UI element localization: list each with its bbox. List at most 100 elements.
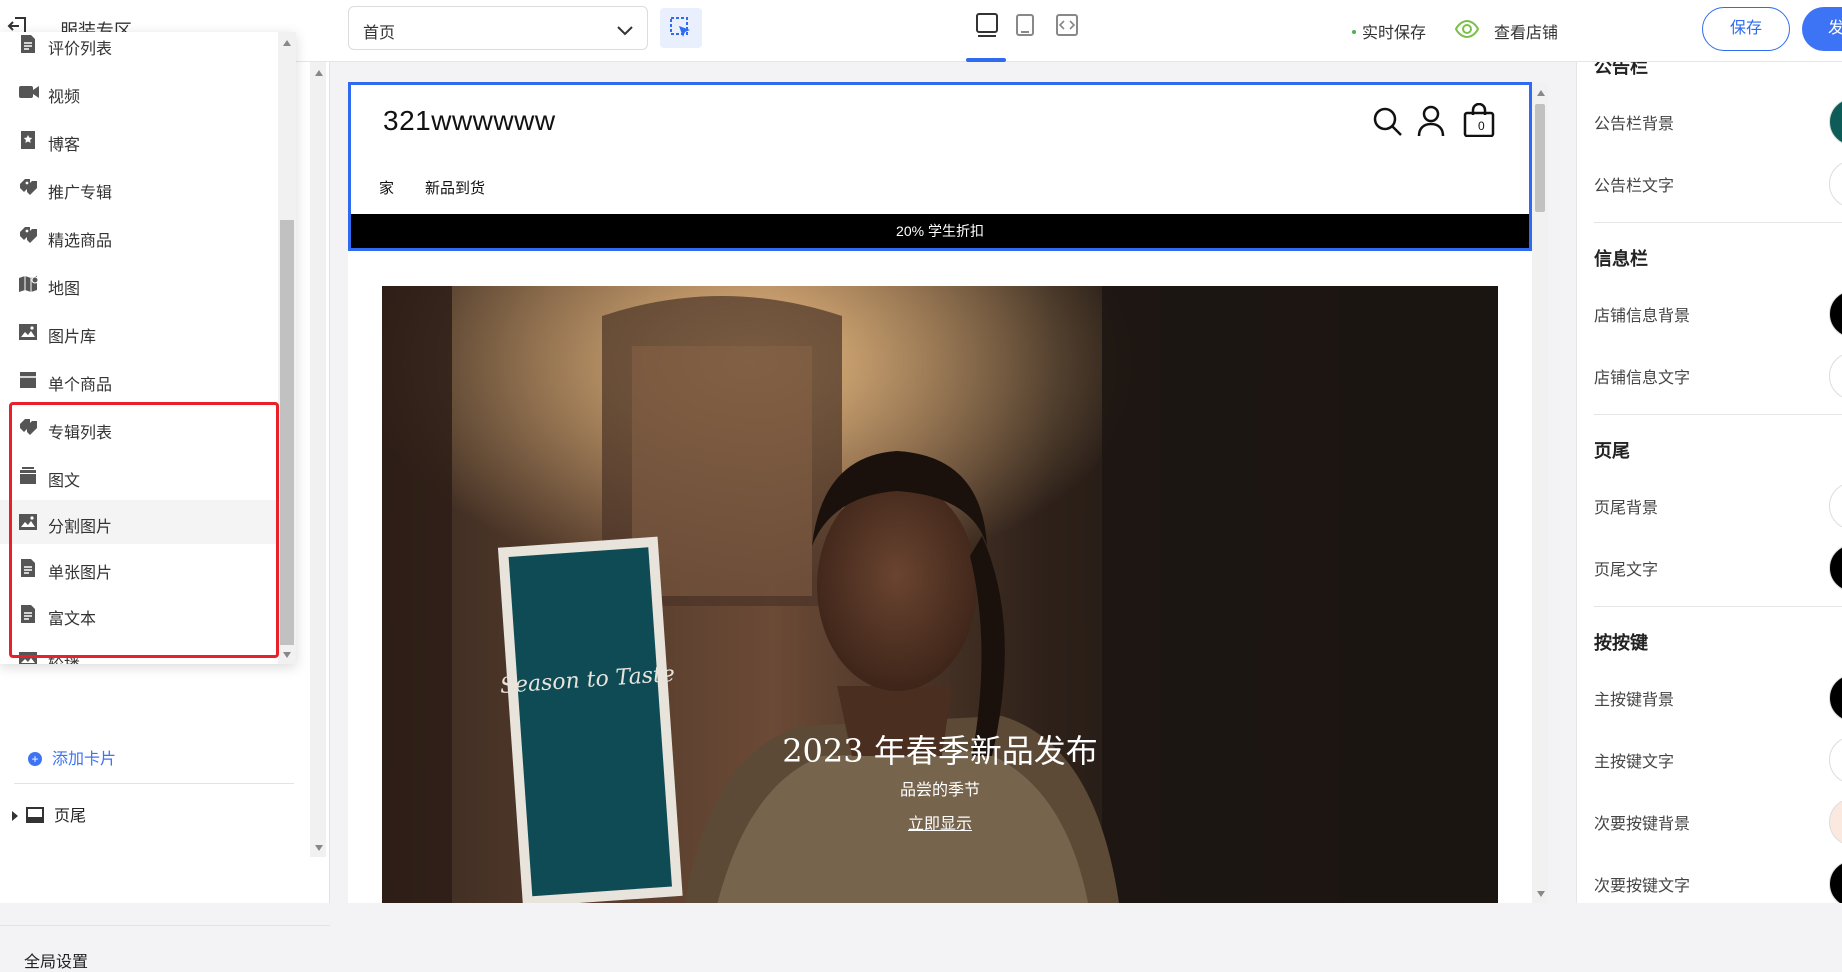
featured-products-icon: [20, 227, 37, 243]
eye-icon: [1454, 19, 1480, 39]
menu-item-label: 博客: [48, 137, 81, 154]
page-select[interactable]: 首页: [348, 6, 648, 50]
color-swatch[interactable]: [1829, 798, 1842, 846]
add-card-menu: 评价列表 视频 博客 推广专辑 精选商品 地图 图片库 单个商品 专辑列表 图文…: [0, 32, 296, 664]
menu-item-carousel[interactable]: 轮播: [0, 638, 278, 664]
fullscreen-view-icon[interactable]: [1054, 12, 1080, 38]
color-swatch[interactable]: [1829, 482, 1842, 530]
color-swatch[interactable]: [1829, 544, 1842, 592]
menu-item-label: 单张图片: [48, 565, 113, 582]
color-swatch[interactable]: [1829, 98, 1842, 146]
add-card-label: 添加卡片: [52, 751, 117, 768]
cart-count: 0: [1478, 119, 1485, 133]
map-icon: [19, 276, 39, 292]
image-text-icon: [20, 467, 36, 484]
add-card-button[interactable]: + 添加卡片: [28, 745, 116, 769]
menu-item-label: 推广专辑: [48, 185, 113, 202]
setting-label: 公告栏背景: [1594, 116, 1675, 133]
select-cursor-icon: [670, 17, 690, 37]
menu-item-featured-products[interactable]: 精选商品: [0, 214, 278, 258]
theme-settings-panel: 公告栏 公告栏背景 公告栏文字 信息栏 店铺信息背景 店铺信息文字 页尾 页尾背…: [1576, 62, 1842, 903]
hero-banner[interactable]: Season to Taste 2023 年春季新品发布 品尝的季节 立即显示: [382, 286, 1498, 903]
rich-text-icon: [21, 605, 35, 623]
nav-link-new-arrivals[interactable]: 新品到货: [425, 177, 485, 198]
section-title-announcement: 公告栏: [1594, 62, 1648, 77]
scroll-up-icon[interactable]: [283, 40, 291, 46]
left-panel-scrollbar[interactable]: [310, 62, 326, 857]
desktop-view-icon[interactable]: [974, 12, 1000, 38]
menu-item-single-product[interactable]: 单个商品: [0, 358, 278, 402]
carousel-icon: [19, 652, 37, 664]
hero-title: 2023 年春季新品发布: [782, 732, 1098, 770]
scroll-down-icon[interactable]: [283, 652, 291, 658]
review-list-icon: [21, 35, 35, 53]
nav-link-home[interactable]: 家: [379, 177, 394, 198]
view-store-label: 查看店铺: [1494, 25, 1559, 42]
menu-item-label: 精选商品: [48, 233, 113, 250]
scroll-up-icon[interactable]: [315, 70, 323, 76]
scroll-down-icon[interactable]: [315, 845, 323, 851]
setting-label: 页尾文字: [1594, 562, 1659, 579]
menu-scrollbar[interactable]: [278, 32, 296, 664]
section-title-footer: 页尾: [1594, 441, 1630, 461]
publish-button[interactable]: 发: [1802, 7, 1842, 51]
menu-item-label: 单个商品: [48, 377, 113, 394]
status-dot: [1352, 29, 1356, 34]
divider: [0, 925, 330, 926]
active-device-indicator: [966, 58, 1006, 62]
canvas-scrollbar[interactable]: [1532, 82, 1548, 903]
setting-label: 主按键文字: [1594, 754, 1675, 771]
menu-item-split-image[interactable]: 分割图片: [0, 500, 278, 544]
menu-item-gallery[interactable]: 图片库: [0, 310, 278, 354]
split-image-icon: [19, 514, 37, 530]
section-title-buttons: 按按键: [1594, 633, 1648, 653]
scroll-up-icon[interactable]: [1537, 90, 1545, 96]
menu-scrollbar-thumb[interactable]: [280, 220, 294, 645]
gallery-icon: [19, 324, 37, 340]
section-title-store-info: 信息栏: [1594, 249, 1648, 269]
divider: [1594, 414, 1842, 415]
setting-label: 公告栏文字: [1594, 178, 1675, 195]
single-product-icon: [20, 372, 36, 388]
menu-item-review-list[interactable]: 评价列表: [0, 32, 278, 66]
video-icon: [19, 86, 39, 98]
menu-item-label: 视频: [48, 89, 81, 106]
scroll-down-icon[interactable]: [1537, 891, 1545, 897]
tablet-view-icon[interactable]: [1012, 12, 1038, 38]
menu-item-image-text[interactable]: 图文: [0, 454, 278, 498]
color-swatch[interactable]: [1829, 160, 1842, 208]
hero-link[interactable]: 立即显示: [382, 810, 1498, 834]
menu-item-collection-list[interactable]: 专辑列表: [0, 406, 278, 450]
menu-item-rich-text[interactable]: 富文本: [0, 592, 278, 636]
blog-icon: [21, 131, 35, 149]
save-button[interactable]: 保存: [1702, 7, 1790, 51]
color-swatch[interactable]: [1829, 736, 1842, 784]
autosave-label: 实时保存: [1362, 25, 1427, 42]
menu-item-label: 分割图片: [48, 519, 113, 536]
caret-right-icon[interactable]: [12, 810, 18, 821]
tree-node-footer[interactable]: 页尾: [12, 802, 86, 826]
search-icon[interactable]: [1373, 107, 1403, 142]
menu-item-map[interactable]: 地图: [0, 262, 278, 306]
color-swatch[interactable]: [1829, 290, 1842, 338]
color-swatch[interactable]: [1829, 860, 1842, 903]
canvas-scrollbar-thumb[interactable]: [1535, 104, 1545, 212]
menu-item-video[interactable]: 视频: [0, 70, 278, 114]
menu-item-promo-collection[interactable]: 推广专辑: [0, 166, 278, 210]
menu-item-label: 轮播: [48, 651, 80, 664]
setting-label: 主按键背景: [1594, 692, 1675, 709]
menu-item-single-image[interactable]: 单张图片: [0, 546, 278, 590]
footer-node-label: 页尾: [54, 808, 87, 825]
collection-list-icon: [20, 419, 37, 435]
menu-item-label: 图片库: [48, 329, 97, 346]
select-tool-button[interactable]: [660, 8, 702, 48]
setting-label: 次要按键文字: [1594, 878, 1691, 895]
account-icon[interactable]: [1417, 105, 1445, 142]
plus-icon: +: [28, 751, 42, 766]
header-section[interactable]: 321wwwwww 0 家 新品到货 20% 学生折扣: [348, 82, 1532, 251]
color-swatch[interactable]: [1829, 352, 1842, 400]
divider: [14, 783, 294, 784]
color-swatch[interactable]: [1829, 674, 1842, 722]
menu-item-blog[interactable]: 博客: [0, 118, 278, 162]
global-settings-button[interactable]: 全局设置: [24, 948, 88, 972]
